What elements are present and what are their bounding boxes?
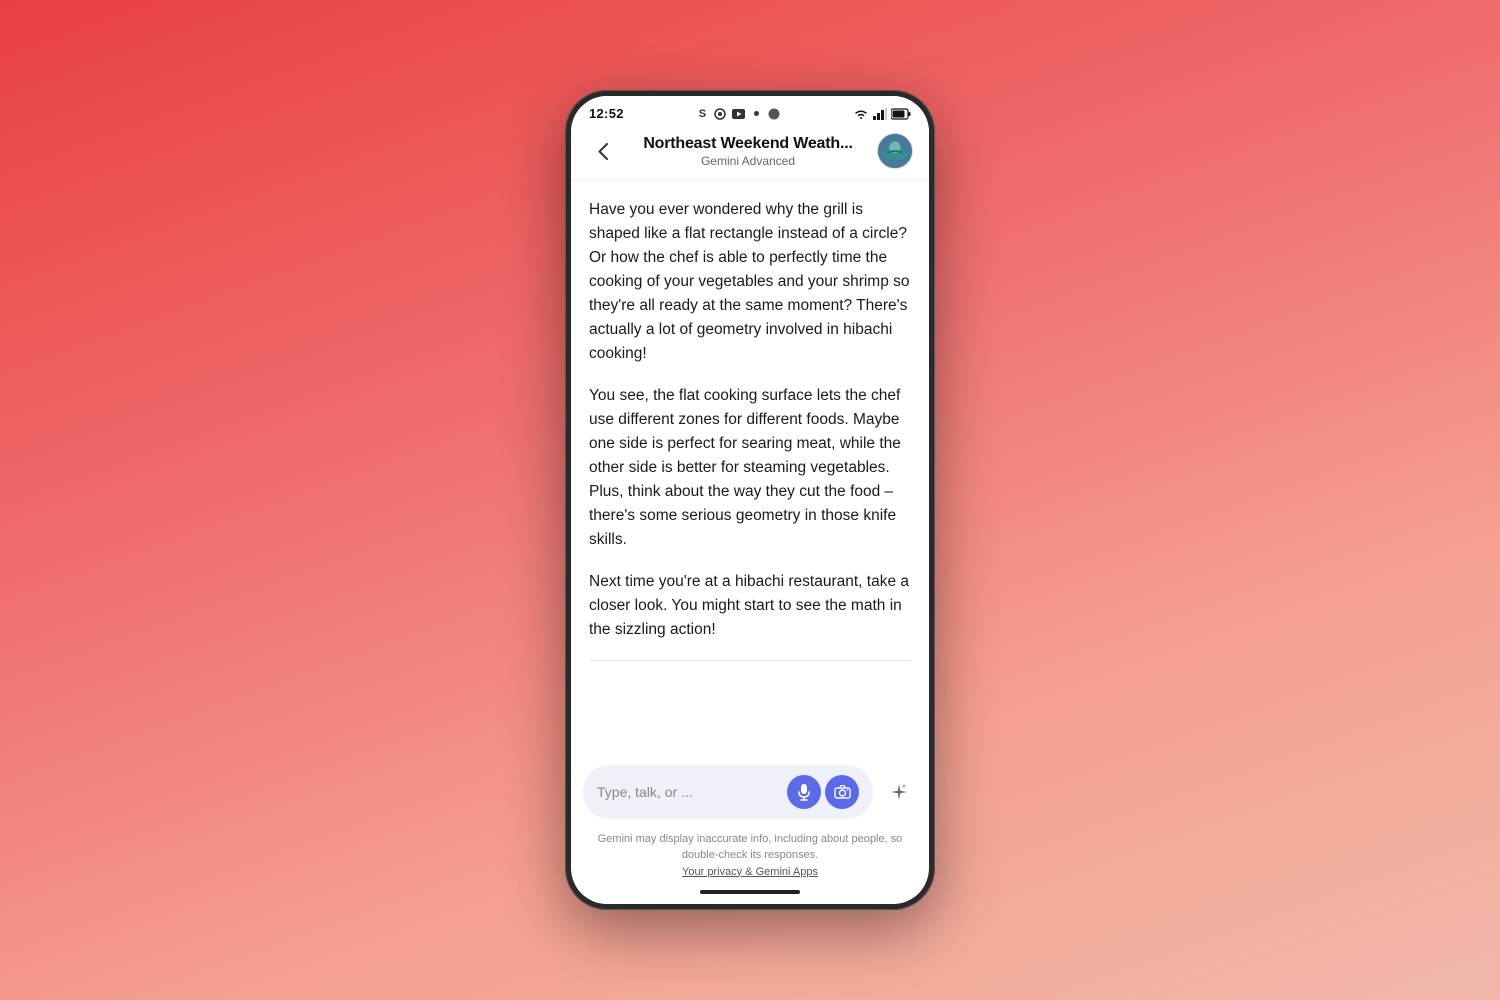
disclaimer-text: Gemini may display inaccurate info, incl…: [598, 833, 903, 862]
input-area: Type, talk, or ...: [571, 755, 929, 825]
content-divider: [589, 660, 911, 661]
sparkle-button[interactable]: [881, 774, 917, 810]
app-header: Northeast Weekend Weath... Gemini Advanc…: [571, 125, 929, 180]
input-placeholder: Type, talk, or ...: [597, 784, 779, 800]
status-bar: 12:52 S: [571, 96, 929, 125]
input-pill-icons: [787, 775, 859, 809]
battery-icon: [891, 108, 911, 120]
mic-button[interactable]: [787, 775, 821, 809]
dot-icon: [749, 107, 763, 121]
app-subtitle: Gemini Advanced: [619, 154, 877, 168]
status-system-icons: [853, 108, 911, 120]
header-center: Northeast Weekend Weath... Gemini Advanc…: [619, 135, 877, 168]
content-area[interactable]: Have you ever wondered why the grill is …: [571, 180, 929, 755]
youtube-icon: [731, 107, 745, 121]
conversation-title: Northeast Weekend Weath...: [619, 135, 877, 153]
message-1: Have you ever wondered why the grill is …: [589, 198, 911, 366]
input-row: Type, talk, or ...: [583, 765, 917, 819]
status-time: 12:52: [589, 106, 624, 121]
home-bar-line: [700, 890, 800, 894]
message-2: You see, the flat cooking surface lets t…: [589, 384, 911, 552]
footer-disclaimer: Gemini may display inaccurate info, incl…: [571, 825, 929, 885]
signal-icon: [873, 108, 887, 120]
avatar[interactable]: [877, 133, 913, 169]
privacy-link[interactable]: Your privacy & Gemini Apps: [682, 866, 818, 878]
message-3: Next time you're at a hibachi restaurant…: [589, 570, 911, 642]
phone-screen: 12:52 S: [571, 96, 929, 904]
back-button[interactable]: [587, 135, 619, 167]
wifi-icon: [853, 108, 869, 120]
snapchat-icon: S: [695, 107, 709, 121]
phone-frame: 12:52 S: [565, 90, 935, 910]
home-bar: [571, 884, 929, 904]
app-icon-1: [713, 107, 727, 121]
app-icon-2: [767, 107, 781, 121]
input-pill[interactable]: Type, talk, or ...: [583, 765, 873, 819]
camera-button[interactable]: [825, 775, 859, 809]
status-app-icons: S: [695, 107, 781, 121]
